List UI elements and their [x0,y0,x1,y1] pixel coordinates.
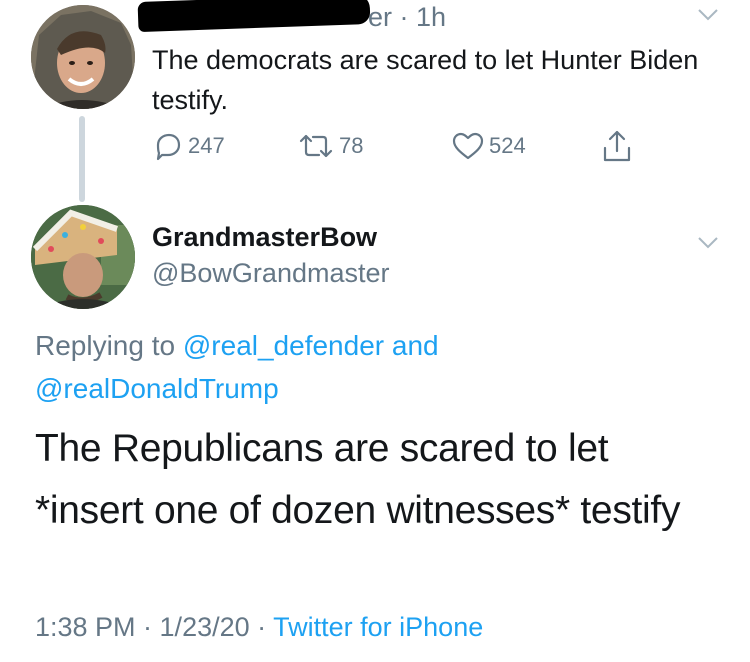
avatar-image [31,5,135,109]
source-link[interactable]: Twitter for iPhone [273,612,483,642]
thread-connector-line [79,116,85,202]
reply-tweet-text: The Republicans are scared to let *inser… [35,418,735,542]
chevron-down-icon[interactable] [697,236,719,250]
parent-tweet-text: The democrats are scared to let Hunter B… [152,45,699,115]
mention-link[interactable]: @realDonaldTrump [35,373,279,404]
replying-prefix: Replying to [35,330,183,361]
reply-text-line: *insert one of dozen witnesses* testify [35,489,681,532]
like-count: 524 [489,133,526,158]
share-button[interactable] [600,128,634,164]
reply-author-handle[interactable]: @BowGrandmaster [152,258,390,289]
like-icon [452,132,484,160]
reply-author-name[interactable]: GrandmasterBow [152,222,377,253]
replying-to-line: Replying to @real_defender and @realDona… [35,324,725,410]
chevron-down-icon[interactable] [697,8,719,22]
and-text: and [384,330,439,361]
mention-link[interactable]: @real_defender [183,330,384,361]
reply-icon [156,133,181,161]
retweet-icon [299,134,333,158]
parent-author-avatar[interactable] [31,5,135,109]
share-icon [603,130,631,162]
like-button[interactable]: 524 [451,130,526,162]
avatar-image [31,205,135,309]
reply-author-avatar[interactable] [31,205,135,309]
parent-time-meta: er · 1h [368,2,447,32]
reply-count: 247 [188,133,225,158]
retweet-count: 78 [339,133,364,158]
retweet-button[interactable]: 78 [297,130,363,162]
reply-button[interactable]: 247 [152,130,225,162]
redaction-mark [137,0,371,33]
reply-text-line: The Republicans are scared to let [35,427,609,470]
tweet-meta-line: 1:38 PM · 1/23/20 · Twitter for iPhone [35,612,483,643]
timestamp: 1:38 PM · 1/23/20 · [35,612,274,642]
